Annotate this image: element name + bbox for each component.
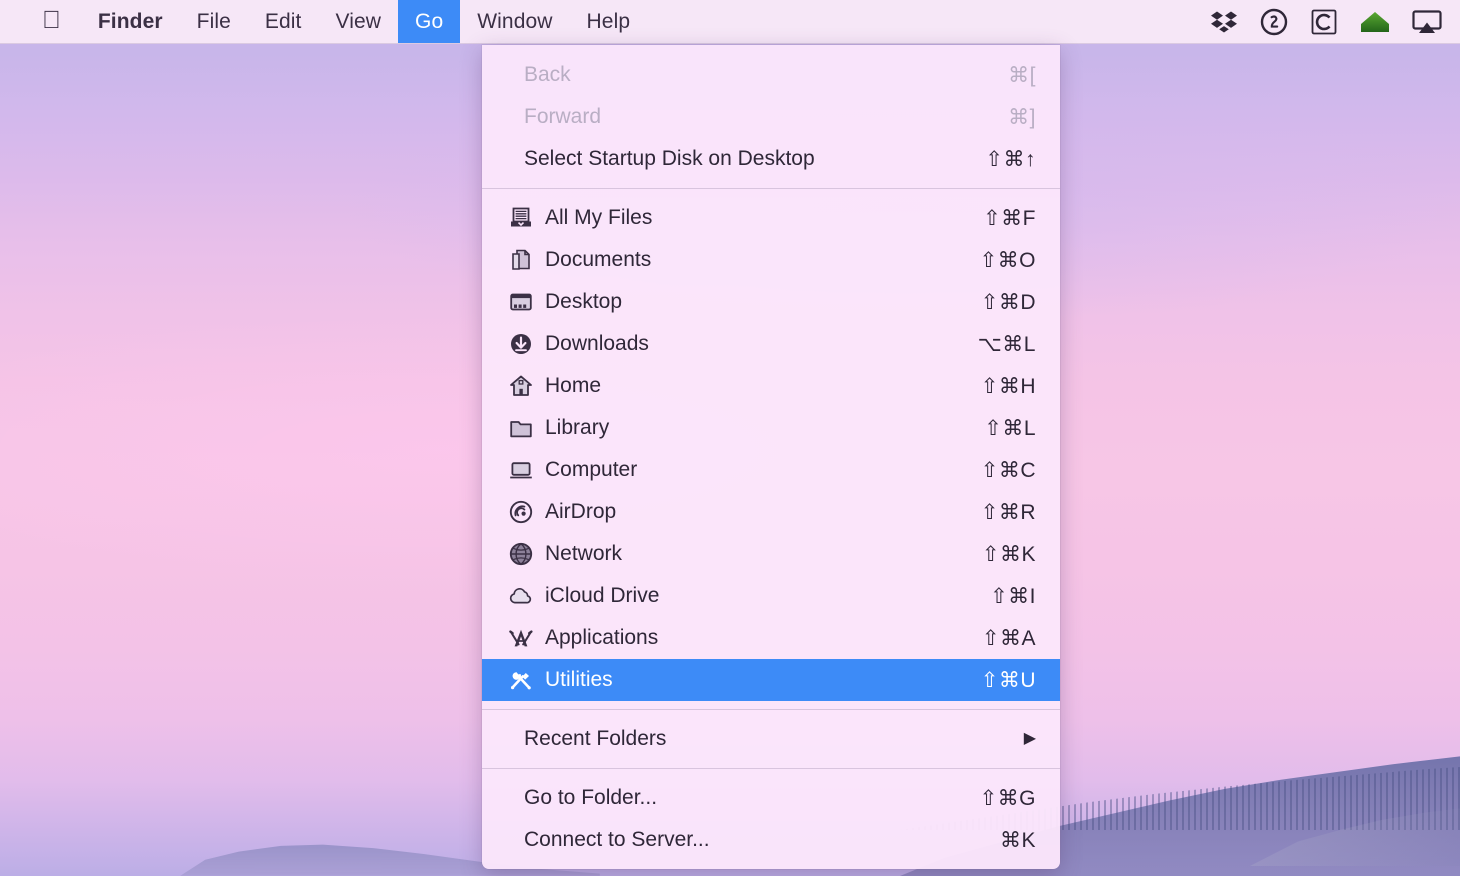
applications-icon [506,625,536,651]
menu-bar-item-label: Finder [98,10,163,34]
menu-item-shortcut: ⇧⌘↑ [985,147,1036,172]
menu-item-airdrop[interactable]: AirDrop ⇧⌘R [482,491,1060,533]
apple-menu-button[interactable]:  [0,0,81,43]
menu-bar-left:  Finder File Edit View Go Window Help [0,0,647,43]
menu-bar-item-label: File [197,10,231,34]
menu-item-label: Utilities [545,668,613,692]
menu-item-label: Applications [545,626,658,650]
menu-bar-item-window[interactable]: Window [460,0,569,43]
menu-item-documents[interactable]: Documents ⇧⌘O [482,239,1060,281]
menu-item-shortcut: ⇧⌘F [983,206,1036,231]
menu-item-shortcut: ⇧⌘A [982,626,1036,651]
menu-group-locations: All My Files ⇧⌘F Documents ⇧⌘O [482,197,1060,701]
menu-bar-item-go[interactable]: Go [398,0,460,43]
menu-bar-item-label: Edit [265,10,302,34]
menu-item-label: Back [524,63,571,87]
dropbox-icon[interactable] [1210,10,1238,34]
menu-item-go-to-folder[interactable]: Go to Folder... ⇧⌘G [482,777,1060,819]
menu-item-connect-to-server[interactable]: Connect to Server... ⌘K [482,819,1060,861]
desktop-icon [506,289,536,315]
menu-item-label: Downloads [545,332,649,356]
apple-logo-icon:  [42,8,61,33]
menu-item-label: AirDrop [545,500,616,524]
menu-item-label: Library [545,416,609,440]
menu-item-label: Recent Folders [524,727,666,751]
downloads-icon [506,331,536,357]
menu-item-library[interactable]: Library ⇧⌘L [482,407,1060,449]
utilities-icon [506,667,536,693]
menu-item-label: Go to Folder... [524,786,657,810]
menu-item-label: Connect to Server... [524,828,710,852]
menu-item-recent-folders[interactable]: Recent Folders ▶ [482,718,1060,760]
menu-group-recent: Recent Folders ▶ [482,718,1060,760]
menu-separator [482,709,1060,710]
menu-item-select-startup-disk[interactable]: Select Startup Disk on Desktop ⇧⌘↑ [482,138,1060,180]
menu-item-shortcut: ⇧⌘D [981,290,1036,315]
menu-bar-item-label: View [335,10,381,34]
menu-item-shortcut: ⌘[ [1008,63,1036,88]
house-green-icon[interactable] [1360,9,1390,35]
menu-item-shortcut: ⇧⌘H [981,374,1036,399]
menu-item-shortcut: ⌘] [1008,105,1036,130]
menu-item-home[interactable]: Home ⇧⌘H [482,365,1060,407]
menu-item-shortcut: ⌥⌘L [978,332,1036,357]
menu-item-label: Forward [524,105,601,129]
menu-item-applications[interactable]: Applications ⇧⌘A [482,617,1060,659]
go-menu-dropdown: Back ⌘[ Forward ⌘] Select Startup Disk o… [482,45,1060,869]
onepassword-icon[interactable] [1260,8,1288,36]
menu-item-forward[interactable]: Forward ⌘] [482,96,1060,138]
menu-item-shortcut: ⇧⌘R [981,500,1036,525]
home-icon [506,373,536,399]
menu-bar-item-file[interactable]: File [180,0,248,43]
menu-item-shortcut: ⌘K [1000,828,1036,853]
submenu-arrow-icon: ▶ [1024,731,1036,747]
menu-item-shortcut: ⇧⌘K [982,542,1036,567]
menu-item-shortcut: ⇧⌘C [981,458,1036,483]
icloud-drive-icon [506,583,536,609]
menu-item-label: Home [545,374,601,398]
menu-item-computer[interactable]: Computer ⇧⌘C [482,449,1060,491]
menu-item-shortcut: ⇧⌘U [981,668,1036,693]
airplay-icon[interactable] [1412,9,1442,35]
airdrop-icon [506,499,536,525]
menu-item-shortcut: ⇧⌘I [990,584,1036,609]
menu-item-label: Select Startup Disk on Desktop [524,147,815,171]
menu-item-back[interactable]: Back ⌘[ [482,54,1060,96]
library-folder-icon [506,415,536,441]
menu-group-go-actions: Go to Folder... ⇧⌘G Connect to Server...… [482,777,1060,861]
menu-item-label: All My Files [545,206,652,230]
menu-item-label: Computer [545,458,637,482]
menu-bar-item-label: Help [587,10,631,34]
network-globe-icon [506,541,536,567]
menu-bar-status-area [1210,0,1460,43]
menu-bar:  Finder File Edit View Go Window Help [0,0,1460,44]
menu-bar-item-edit[interactable]: Edit [248,0,319,43]
menu-item-all-my-files[interactable]: All My Files ⇧⌘F [482,197,1060,239]
menu-item-shortcut: ⇧⌘O [980,248,1036,273]
menu-bar-item-label: Window [477,10,552,34]
menu-bar-item-label: Go [415,10,443,34]
documents-icon [506,247,536,273]
menu-item-label: Desktop [545,290,622,314]
c-letter-icon[interactable] [1310,8,1338,36]
menu-separator [482,768,1060,769]
menu-item-icloud-drive[interactable]: iCloud Drive ⇧⌘I [482,575,1060,617]
menu-item-desktop[interactable]: Desktop ⇧⌘D [482,281,1060,323]
menu-item-shortcut: ⇧⌘G [980,786,1036,811]
menu-bar-item-view[interactable]: View [318,0,398,43]
menu-item-label: iCloud Drive [545,584,659,608]
computer-icon [506,457,536,483]
menu-bar-item-help[interactable]: Help [570,0,648,43]
menu-item-label: Documents [545,248,651,272]
menu-bar-item-finder[interactable]: Finder [81,0,180,43]
menu-item-downloads[interactable]: Downloads ⌥⌘L [482,323,1060,365]
menu-item-shortcut: ⇧⌘L [984,416,1036,441]
all-my-files-icon [506,205,536,231]
menu-separator [482,188,1060,189]
menu-item-network[interactable]: Network ⇧⌘K [482,533,1060,575]
menu-item-utilities[interactable]: Utilities ⇧⌘U [482,659,1060,701]
menu-group-navigation: Back ⌘[ Forward ⌘] Select Startup Disk o… [482,54,1060,180]
menu-item-label: Network [545,542,622,566]
